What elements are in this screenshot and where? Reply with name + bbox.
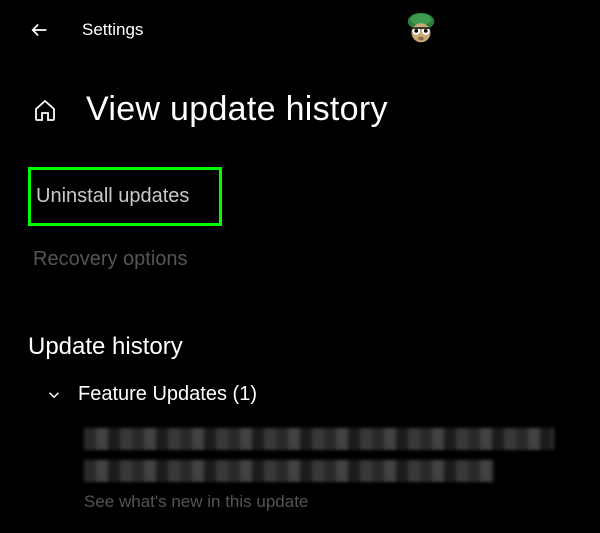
page-title: View update history	[86, 90, 388, 129]
header-bar: Settings	[0, 0, 600, 60]
section-title: Update history	[28, 333, 572, 361]
home-icon[interactable]	[32, 97, 58, 123]
recovery-options-label: Recovery options	[33, 248, 188, 270]
app-title: Settings	[82, 20, 143, 40]
page-header: View update history	[0, 60, 600, 149]
back-icon[interactable]	[28, 18, 52, 42]
feature-updates-expander[interactable]: Feature Updates (1)	[28, 379, 572, 410]
update-history-section: Update history Feature Updates (1) See w…	[0, 283, 600, 512]
user-avatar[interactable]	[402, 10, 440, 48]
uninstall-updates-link[interactable]: Uninstall updates	[28, 167, 222, 226]
redacted-text-line	[84, 428, 554, 450]
uninstall-updates-label: Uninstall updates	[36, 185, 189, 207]
see-whats-new-link[interactable]: See what's new in this update	[84, 492, 572, 512]
redacted-text-line	[84, 460, 494, 482]
feature-updates-label: Feature Updates (1)	[78, 383, 257, 406]
chevron-down-icon	[44, 385, 64, 405]
update-entry-redacted: See what's new in this update	[28, 428, 572, 512]
recovery-options-link[interactable]: Recovery options	[28, 236, 193, 283]
option-list: Uninstall updates Recovery options	[0, 149, 600, 283]
